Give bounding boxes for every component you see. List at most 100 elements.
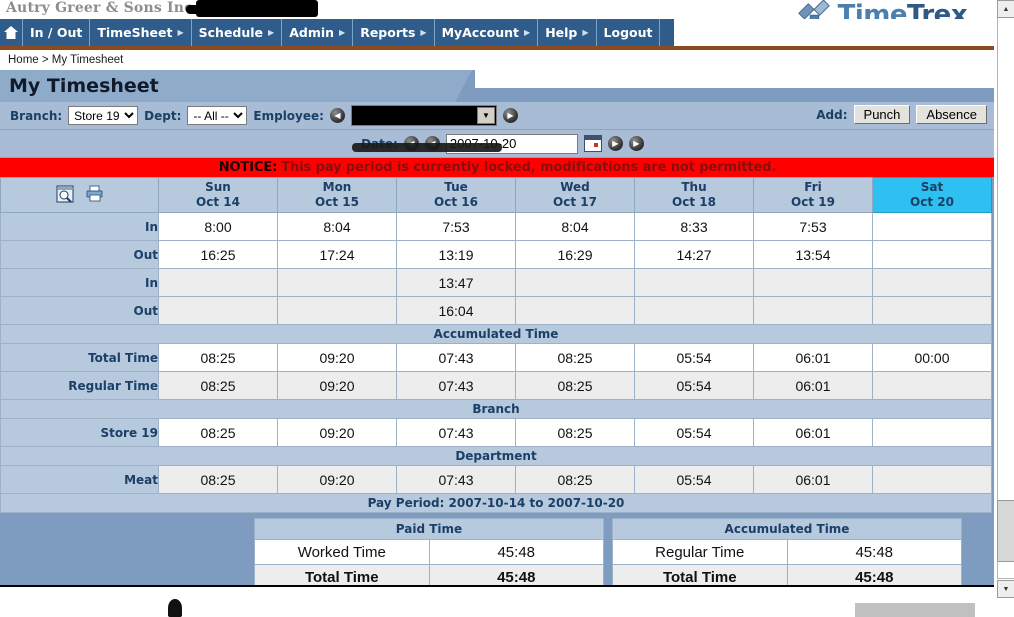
total-cell: 05:54 [634, 371, 754, 400]
punch-cell[interactable] [872, 268, 992, 297]
page-title: My Timesheet [9, 75, 159, 97]
next-pay-period-button[interactable]: ▶ [628, 136, 644, 151]
section-heading: Department [0, 446, 992, 466]
summary-header-row: Paid Time [254, 518, 604, 540]
notice-lead: NOTICE: [218, 160, 278, 175]
add-punch-button[interactable]: Punch [853, 105, 911, 124]
nav-item-admin[interactable]: Admin ▶ [282, 19, 354, 46]
next-day-button[interactable]: ▶ [607, 136, 623, 151]
scroll-up-button[interactable]: ▲ [997, 0, 1014, 18]
timesheet-header-row: Sun Oct 14 Mon Oct 15 Tue Oct 16 Wed Oct 17 … [0, 177, 992, 213]
chevron-right-icon: ▶ [339, 28, 346, 37]
summary-value: 45:48 [786, 539, 962, 565]
add-button-group: Add: Punch Absence [816, 105, 987, 124]
department-cell: 08:25 [515, 465, 635, 494]
add-absence-button[interactable]: Absence [916, 105, 987, 124]
nav-item-timesheet[interactable]: TimeSheet ▶ [90, 19, 192, 46]
punch-cell[interactable]: 16:04 [396, 296, 516, 325]
chevron-right-icon: ▶ [582, 28, 589, 37]
section-heading-row: Department [0, 446, 992, 466]
punch-cell[interactable]: 8:04 [277, 212, 397, 241]
summary-value: 45:48 [428, 539, 604, 565]
table-row: Out 16:25 17:24 13:19 16:29 14:27 13:54 [0, 240, 992, 269]
company-name: Autry Greer & Sons Inc. [6, 0, 198, 16]
branch-cell: 08:25 [515, 418, 635, 447]
brand-bar: Autry Greer & Sons Inc. TimeTrex Payroll… [0, 0, 995, 38]
punch-cell[interactable]: 13:54 [753, 240, 873, 269]
nav-item-logout[interactable]: Logout [597, 19, 661, 46]
punch-cell[interactable] [634, 296, 754, 325]
print-icon[interactable] [86, 185, 104, 205]
branch-select[interactable]: Store 19 [68, 106, 139, 125]
summary-heading: Paid Time [254, 518, 604, 540]
punch-cell[interactable]: 17:24 [277, 240, 397, 269]
employee-label: Employee: [253, 108, 324, 123]
row-label: Meat [0, 465, 159, 494]
department-cell: 09:20 [277, 465, 397, 494]
punch-cell[interactable]: 14:27 [634, 240, 754, 269]
next-employee-button[interactable]: ▶ [502, 108, 518, 123]
summary-label: Worked Time [254, 539, 430, 565]
nav-item-reports[interactable]: Reports ▶ [353, 19, 435, 46]
branch-cell: 05:54 [634, 418, 754, 447]
punch-cell[interactable] [277, 268, 397, 297]
employee-select[interactable]: ▼ [350, 105, 497, 126]
punch-cell[interactable] [872, 240, 992, 269]
nav-item-schedule[interactable]: Schedule ▶ [192, 19, 283, 46]
punch-cell[interactable] [277, 296, 397, 325]
nav-item-myaccount[interactable]: MyAccount ▶ [435, 19, 539, 46]
punch-cell[interactable]: 13:19 [396, 240, 516, 269]
punch-cell[interactable] [515, 268, 635, 297]
punch-cell[interactable]: 8:33 [634, 212, 754, 241]
nav-item-help[interactable]: Help ▶ [538, 19, 597, 46]
summary-label: Regular Time [612, 539, 788, 565]
punch-cell[interactable]: 8:04 [515, 212, 635, 241]
total-cell: 06:01 [753, 371, 873, 400]
punch-cell[interactable] [753, 296, 873, 325]
dept-select[interactable]: -- All -- [187, 106, 248, 125]
punch-cell[interactable]: 8:00 [158, 212, 278, 241]
punch-cell[interactable]: 7:53 [753, 212, 873, 241]
branch-cell: 07:43 [396, 418, 516, 447]
department-cell: 07:43 [396, 465, 516, 494]
branch-label: Branch: [10, 108, 63, 123]
nav-label: Help [545, 25, 578, 40]
punch-cell[interactable] [158, 268, 278, 297]
punch-cell[interactable] [158, 296, 278, 325]
punch-cell[interactable] [634, 268, 754, 297]
home-icon[interactable] [0, 19, 23, 46]
page-viewport: Autry Greer & Sons Inc. TimeTrex Payroll… [0, 0, 995, 617]
scroll-down-button[interactable]: ▼ [997, 580, 1014, 598]
browser-scrollbar[interactable]: ▲ ▼ [994, 0, 1014, 617]
punch-cell[interactable] [872, 212, 992, 241]
magnify-icon[interactable] [56, 185, 74, 206]
department-cell: 05:54 [634, 465, 754, 494]
punch-cell[interactable] [753, 268, 873, 297]
page-title-band: My Timesheet [0, 70, 995, 102]
row-label: Store 19 [0, 418, 159, 447]
punch-cell[interactable] [872, 296, 992, 325]
punch-cell[interactable]: 16:25 [158, 240, 278, 269]
breadcrumb[interactable]: Home > My Timesheet [0, 50, 995, 70]
department-cell: 08:25 [158, 465, 278, 494]
section-heading-row: Accumulated Time [0, 324, 992, 344]
total-cell: 06:01 [753, 343, 873, 372]
punch-cell[interactable] [515, 296, 635, 325]
branch-cell: 08:25 [158, 418, 278, 447]
punch-cell[interactable]: 16:29 [515, 240, 635, 269]
filter-row-primary: Branch: Store 19 Dept: -- All -- Employe… [0, 102, 995, 130]
redaction-overlay [186, 0, 318, 17]
chevron-right-icon: ▶ [420, 28, 427, 37]
table-row: Meat 08:25 09:20 07:43 08:25 05:54 06:01 [0, 465, 992, 494]
calendar-icon[interactable] [583, 135, 602, 152]
nav-item-in-out[interactable]: In / Out [23, 19, 91, 46]
timesheet-table: Sun Oct 14 Mon Oct 15 Tue Oct 16 Wed Oct 17 … [0, 177, 992, 513]
total-cell: 07:43 [396, 371, 516, 400]
scrollbar-thumb[interactable] [997, 500, 1014, 562]
punch-cell[interactable]: 13:47 [396, 268, 516, 297]
punch-cell[interactable]: 7:53 [396, 212, 516, 241]
scrollbar-track[interactable] [997, 17, 1014, 579]
summary-heading: Accumulated Time [612, 518, 962, 540]
previous-employee-button[interactable]: ◀ [329, 108, 345, 123]
accumulated-time-summary: Accumulated Time Regular Time 45:48 Tota… [612, 518, 962, 590]
